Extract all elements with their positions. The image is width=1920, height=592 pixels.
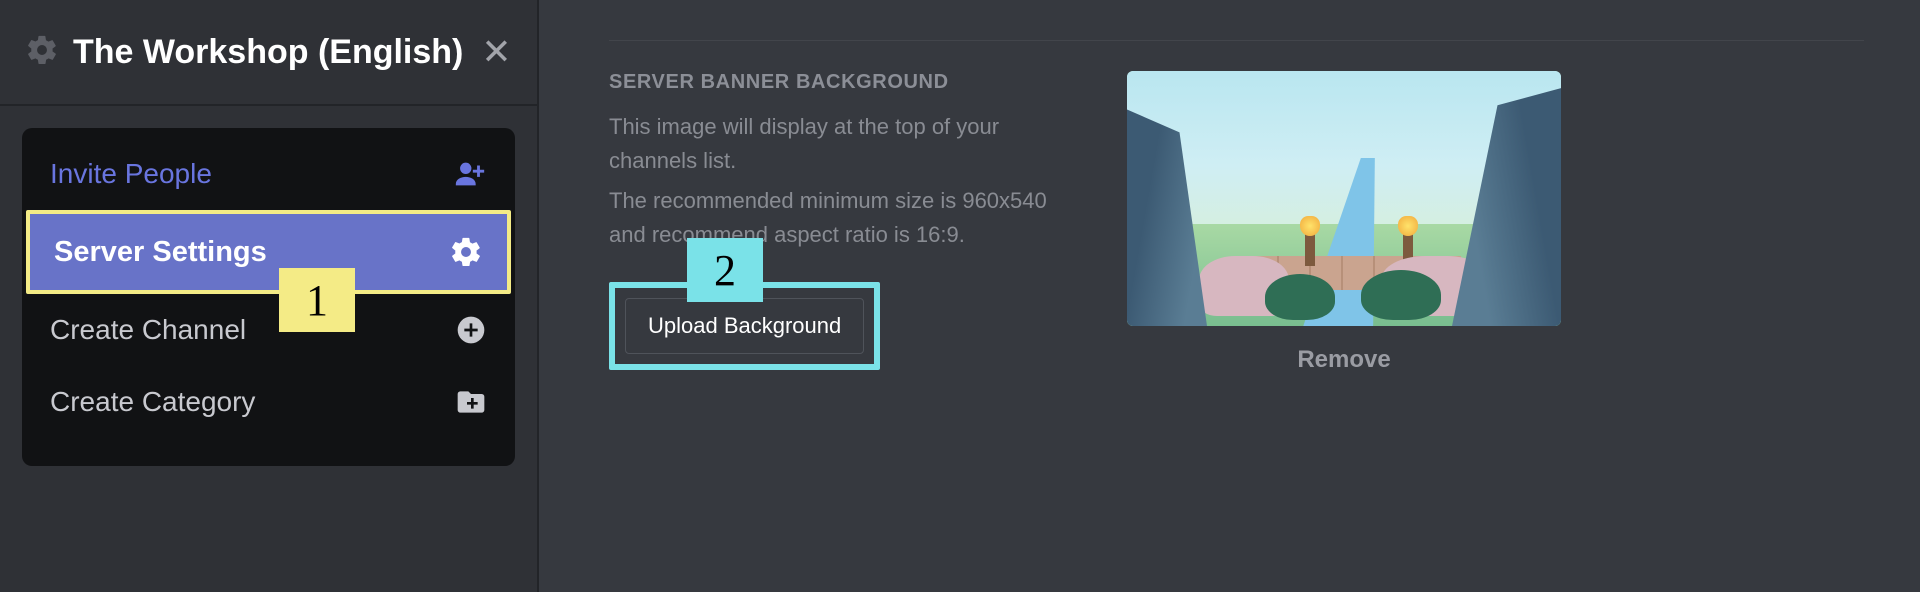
section-heading: SERVER BANNER BACKGROUND: [609, 71, 1079, 94]
menu-server-settings[interactable]: Server Settings: [26, 210, 511, 294]
server-header: The Workshop (English) ✕: [0, 0, 537, 106]
menu-item-label: Server Settings: [54, 236, 267, 269]
banner-preview-column: Remove: [1127, 71, 1561, 374]
section-divider: [609, 40, 1864, 41]
section-description-2: The recommended minimum size is 960x540 …: [609, 184, 1079, 252]
menu-create-channel[interactable]: Create Channel: [32, 294, 505, 366]
server-banner-section: SERVER BANNER BACKGROUND This image will…: [609, 71, 1864, 374]
server-dropdown-panel: The Workshop (English) ✕ 1 Invite People…: [0, 0, 539, 592]
settings-page: SERVER BANNER BACKGROUND This image will…: [539, 0, 1920, 592]
gear-icon: [25, 33, 59, 72]
upload-button-wrapper: 2 Upload Background: [609, 282, 880, 370]
invite-people-icon: [453, 157, 487, 191]
annotation-step-1: 1: [279, 268, 355, 332]
banner-preview-image[interactable]: [1127, 71, 1561, 326]
menu-item-label: Create Channel: [50, 314, 246, 346]
section-text-column: SERVER BANNER BACKGROUND This image will…: [609, 71, 1079, 370]
annotation-step-2: 2: [687, 238, 763, 302]
menu-invite-people[interactable]: Invite People: [32, 138, 505, 210]
server-title: The Workshop (English): [73, 33, 463, 72]
section-description-1: This image will display at the top of yo…: [609, 110, 1079, 178]
upload-background-button[interactable]: Upload Background: [625, 298, 864, 354]
menu-item-label: Create Category: [50, 386, 255, 418]
close-icon[interactable]: ✕: [481, 31, 511, 73]
server-menu: 1 Invite People Server Settings Create C…: [22, 128, 515, 466]
menu-item-label: Invite People: [50, 158, 212, 190]
folder-plus-icon: [455, 386, 487, 418]
menu-create-category[interactable]: Create Category: [32, 366, 505, 438]
gear-icon: [449, 235, 483, 269]
plus-circle-icon: [455, 314, 487, 346]
remove-banner-link[interactable]: Remove: [1297, 346, 1390, 374]
